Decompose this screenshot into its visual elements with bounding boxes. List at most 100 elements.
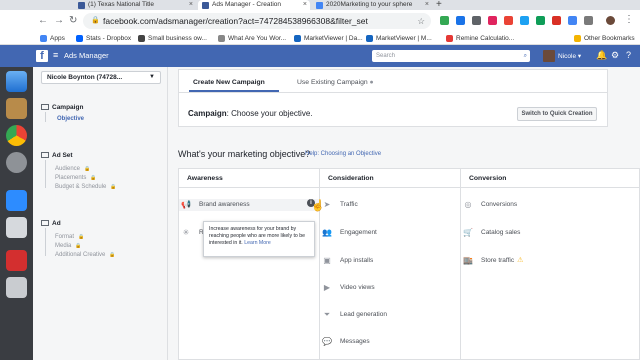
objective-brand-awareness[interactable]: 📢 Brand awareness [179,199,319,211]
avatar[interactable] [543,50,555,62]
notes-app-icon[interactable] [6,98,27,119]
store-icon: 🏬 [463,256,473,265]
nav-section-ad[interactable]: Ad [41,220,61,227]
facebook-logo-icon[interactable]: f [36,50,48,62]
profile-avatar[interactable] [606,16,615,25]
hamburger-menu-icon[interactable]: ≡ [53,50,58,60]
close-tab-icon[interactable]: × [189,0,193,10]
nav-item-format[interactable]: Format 🔒 [55,234,84,240]
tab-use-existing-campaign[interactable]: Use Existing Campaign ● [297,79,374,86]
nav-tree-line [45,228,46,256]
bookmark-item[interactable]: Small business ow... [138,34,207,43]
system-preferences-icon[interactable] [6,152,27,173]
objective-messages[interactable]: 💬 Messages [320,336,370,348]
objective-lead-generation[interactable]: ⏷ Lead generation [320,309,387,321]
objective-traffic[interactable]: ➤ Traffic [320,199,358,211]
finder-icon[interactable] [6,71,27,92]
settings-gear-icon[interactable]: ⚙ [611,50,619,61]
nav-section-adset[interactable]: Ad Set [41,152,73,159]
extension-icon[interactable] [456,16,465,25]
nav-item-additional-creative[interactable]: Additional Creative 🔒 [55,252,116,258]
asterisk-icon: ✳ [182,228,190,237]
campaign-icon [41,104,49,111]
folder-icon [574,35,581,42]
search-icon[interactable]: ⌕ [524,50,527,62]
extension-icon[interactable] [440,16,449,25]
help-choosing-objective-link[interactable]: Help: Choosing an Objective [305,151,381,157]
extension-icon[interactable] [488,16,497,25]
nav-item-audience[interactable]: Audience 🔒 [55,166,90,172]
learn-more-link[interactable]: Learn More [244,240,271,246]
objective-tooltip: Increase awareness for your brand by rea… [203,221,315,257]
funnel-icon: ⏷ [323,310,331,319]
tab-create-new-campaign[interactable]: Create New Campaign [193,79,265,86]
chrome-icon[interactable] [6,125,27,146]
cart-icon: 🛒 [463,228,473,237]
help-icon[interactable]: ? [626,50,631,60]
lock-icon: 🔒 [78,234,85,240]
divider [179,92,607,93]
zoom-icon[interactable] [6,190,27,211]
docs-favicon-icon [316,2,323,9]
forward-icon[interactable]: → [54,15,64,26]
nav-section-campaign[interactable]: Campaign [41,104,83,111]
browser-tab-2[interactable]: Ads Manager - Creation × [198,0,310,10]
objective-catalog-sales[interactable]: 🛒 Catalog sales [461,227,520,239]
page-icon [446,35,453,42]
warning-icon: ⚠ [517,257,524,264]
extension-icon[interactable] [472,16,481,25]
objective-store-traffic[interactable]: 🏬 Store traffic ⚠ [461,255,523,267]
extension-icon[interactable] [552,16,561,25]
lock-icon: 🔒 [109,252,116,258]
bookmark-item[interactable]: Remine Calculatio... [446,34,514,43]
extension-icon[interactable] [568,16,577,25]
lock-icon: 🔒 [84,166,91,172]
reload-icon[interactable]: ↻ [69,15,77,26]
trash-icon[interactable] [6,277,27,298]
notifications-bell-icon[interactable]: 🔔 [596,50,607,61]
account-selector[interactable]: Nicole Boynton (74728... ▼ [41,71,161,84]
extension-icon[interactable] [536,16,545,25]
campaign-objective-label: Campaign: Choose your objective. [188,109,313,118]
nav-item-placements[interactable]: Placements 🔒 [55,175,97,181]
extension-icon[interactable] [520,16,529,25]
main-content: Create New Campaign Use Existing Campaig… [168,67,640,360]
browser-tab-3[interactable]: 2020Marketing to your sphere × [312,0,432,10]
column-header-consideration: Consideration [320,169,460,188]
objective-conversions[interactable]: ◎ Conversions [461,199,518,211]
bookmark-star-icon[interactable]: ☆ [417,13,425,29]
ad-icon [41,220,49,227]
back-icon[interactable]: ← [38,15,48,26]
switch-to-quick-creation-button[interactable]: Switch to Quick Creation [517,107,597,121]
nav-item-media[interactable]: Media 🔒 [55,243,82,249]
url-input[interactable]: 🔒 facebook.com/adsmanager/creation?act=7… [83,13,431,29]
other-bookmarks[interactable]: Other Bookmarks [574,34,635,43]
bookmark-item[interactable]: Stats - Dropbox [76,34,131,43]
menu-dots-icon[interactable]: ⋮ [624,14,634,25]
browser-tab-1[interactable]: (1) Texas National Title × [74,0,196,10]
objective-video-views[interactable]: ▶ Video views [320,282,375,294]
bold-app-icon[interactable] [6,250,27,271]
preview-icon[interactable] [6,217,27,238]
nav-item-budget-schedule[interactable]: Budget & Schedule 🔒 [55,184,117,190]
bookmark-item[interactable]: MarketViewer | Da... [294,34,363,43]
nav-item-objective[interactable]: Objective [57,116,84,122]
objective-app-installs[interactable]: ▣ App installs [320,255,373,267]
adset-icon [41,152,49,159]
extension-icon[interactable] [504,16,513,25]
box-icon: ▣ [323,256,331,265]
bookmark-item[interactable]: What Are You Wor... [218,34,286,43]
bookmark-item[interactable]: MarketViewer | M... [366,34,432,43]
objective-question: What's your marketing objective? [178,149,311,159]
objective-engagement[interactable]: 👥 Engagement [320,227,377,239]
search-input[interactable]: Search ⌕ [372,50,530,62]
browser-tab-strip: (1) Texas National Title × Ads Manager -… [0,0,640,10]
close-tab-icon[interactable]: × [425,0,429,10]
bookmark-apps[interactable]: Apps [40,34,65,43]
close-tab-icon[interactable]: × [303,0,307,10]
extension-icon[interactable] [584,16,593,25]
new-tab-icon[interactable]: + [436,0,442,10]
app-title: Ads Manager [64,51,109,60]
user-name[interactable]: Nicole ▾ [558,52,581,60]
people-icon: 👥 [322,228,332,237]
